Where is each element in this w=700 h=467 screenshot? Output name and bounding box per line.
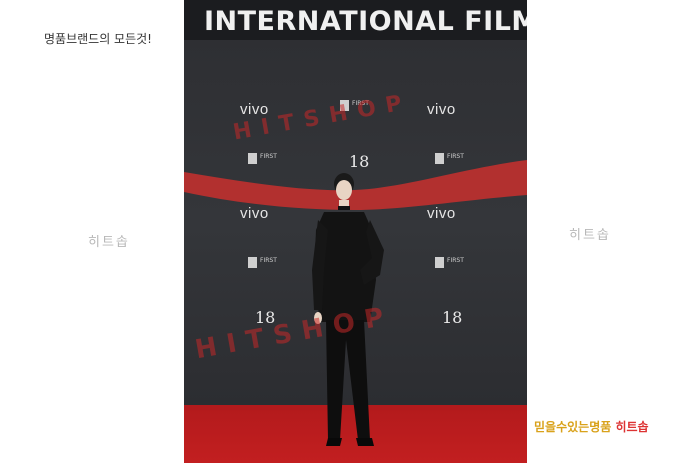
top-caption: 명품브랜드의 모든것! <box>44 32 152 46</box>
person-figure <box>312 173 384 446</box>
bottom-caption: 믿을수있는명품 히트솝 <box>534 418 649 435</box>
bottom-caption-part1: 믿을수있는명품 <box>534 420 612 434</box>
watermark-left: 히트솝 <box>88 235 130 250</box>
event-photo: INTERNATIONAL FILM FE vivo vivo vivo viv… <box>184 0 527 463</box>
watermark-right: 히트솝 <box>569 228 611 243</box>
bottom-caption-part2: 히트솝 <box>615 420 649 434</box>
